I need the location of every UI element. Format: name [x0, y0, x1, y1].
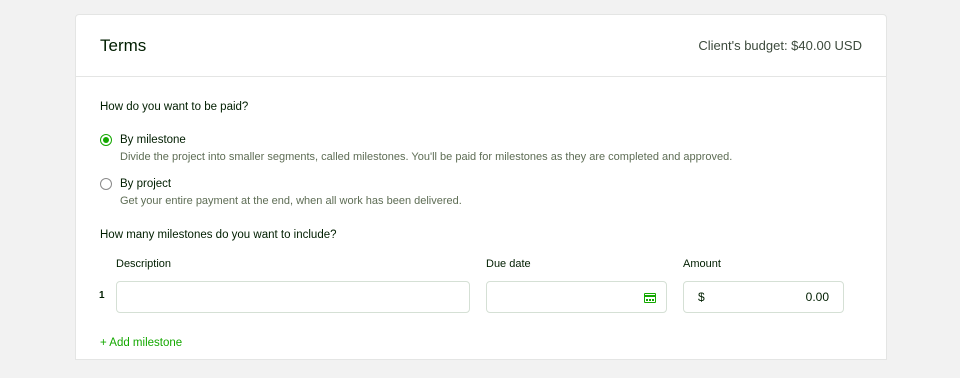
add-milestone-link[interactable]: + Add milestone — [100, 337, 182, 349]
option-by-milestone[interactable]: By milestone Divide the project into sma… — [100, 133, 732, 164]
radio-by-project[interactable] — [100, 178, 112, 190]
milestones-question: How many milestones do you want to inclu… — [100, 229, 337, 241]
option-description: Divide the project into smaller segments… — [120, 151, 733, 163]
milestone-description-field[interactable] — [116, 281, 470, 313]
option-label: By milestone — [120, 134, 186, 146]
page-title: Terms — [100, 35, 147, 55]
milestone-due-date-field[interactable] — [486, 281, 667, 313]
client-budget: Client's budget: $40.00 USD — [698, 38, 862, 53]
calendar-icon[interactable] — [644, 293, 656, 303]
milestone-amount-field[interactable]: $ 0.00 — [683, 281, 844, 313]
milestone-number: 1 — [99, 290, 105, 301]
card-header: Terms Client's budget: $40.00 USD — [76, 15, 886, 77]
column-header-due-date: Due date — [486, 258, 531, 270]
column-header-description: Description — [116, 258, 172, 270]
milestone-due-date-input[interactable] — [487, 282, 666, 312]
payment-question: How do you want to be paid? — [100, 101, 249, 113]
milestone-description-input[interactable] — [117, 282, 469, 312]
currency-symbol: $ — [698, 290, 705, 304]
option-description: Get your entire payment at the end, when… — [120, 195, 462, 207]
milestone-amount-value[interactable]: 0.00 — [806, 290, 829, 304]
option-label: By project — [120, 178, 172, 190]
column-header-amount: Amount — [683, 258, 721, 270]
radio-by-milestone[interactable] — [100, 134, 112, 146]
terms-card: Terms Client's budget: $40.00 USD How do… — [75, 14, 887, 360]
option-by-project[interactable]: By project Get your entire payment at th… — [100, 177, 462, 208]
